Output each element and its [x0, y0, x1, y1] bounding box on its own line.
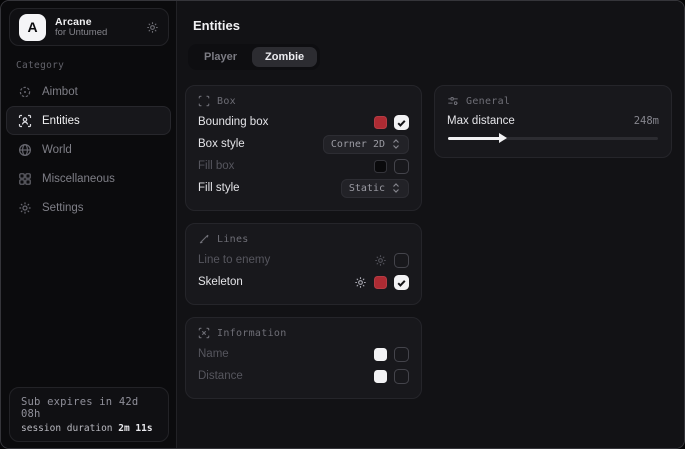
color-swatch[interactable]	[374, 116, 387, 129]
card-title: Box	[217, 96, 236, 107]
color-swatch[interactable]	[374, 348, 387, 361]
subscription-card: Sub expires in 42d 08h session duration …	[9, 387, 169, 442]
slider-label: Max distance	[447, 115, 515, 127]
information-icon	[198, 327, 210, 339]
entities-icon	[18, 114, 32, 128]
sidebar-item-world[interactable]: World	[6, 135, 171, 164]
color-swatch[interactable]	[374, 370, 387, 383]
information-card: Information Name Distance	[185, 317, 422, 399]
color-swatch[interactable]	[374, 160, 387, 173]
sidebar-item-label: Miscellaneous	[42, 173, 115, 185]
sliders-icon	[447, 95, 459, 107]
setting-row-line-to-enemy: Line to enemy	[198, 249, 409, 271]
dropdown-value: Corner 2D	[331, 139, 385, 150]
sidebar-item-label: World	[42, 144, 72, 156]
dropdown-value: Static	[349, 183, 385, 194]
brand-card: A Arcane for Untumed	[9, 8, 169, 46]
app-logo: A	[19, 14, 46, 41]
crosshair-icon	[18, 85, 32, 99]
gear-icon[interactable]	[146, 21, 159, 34]
color-swatch[interactable]	[374, 276, 387, 289]
max-distance-slider[interactable]	[448, 133, 658, 143]
box-style-dropdown[interactable]: Corner 2D	[323, 135, 409, 154]
card-title: Lines	[217, 234, 249, 245]
brand-title: Arcane	[55, 16, 137, 28]
box-icon	[198, 95, 210, 107]
general-card: General Max distance 248m	[434, 85, 672, 158]
setting-row-distance: Distance	[198, 365, 409, 387]
tab-player[interactable]: Player	[191, 47, 250, 67]
sidebar-item-label: Settings	[42, 202, 84, 214]
chevron-up-down-icon	[391, 138, 401, 150]
sidebar-item-entities[interactable]: Entities	[6, 106, 171, 135]
session-duration-value: 2m 11s	[118, 423, 152, 434]
box-card: Box Bounding box Box style Corner 2D	[185, 85, 422, 211]
line-icon	[198, 233, 210, 245]
chevron-up-down-icon	[391, 182, 401, 194]
category-label: Category	[16, 60, 176, 71]
checkbox-name[interactable]	[394, 347, 409, 362]
session-duration: session duration 2m 11s	[21, 423, 157, 434]
sidebar-item-label: Entities	[42, 115, 80, 127]
lines-card: Lines Line to enemy Skeleton	[185, 223, 422, 305]
checkbox-skeleton[interactable]	[394, 275, 409, 290]
slider-value: 248m	[634, 115, 659, 127]
sidebar-item-miscellaneous[interactable]: Miscellaneous	[6, 164, 171, 193]
card-title: Information	[217, 328, 287, 339]
checkbox-line-to-enemy[interactable]	[394, 253, 409, 268]
setting-row-box-style: Box style Corner 2D	[198, 133, 409, 155]
tab-zombie[interactable]: Zombie	[252, 47, 317, 67]
gear-icon[interactable]	[354, 276, 367, 289]
gear-icon[interactable]	[374, 254, 387, 267]
sidebar: A Arcane for Untumed Category Aimbot Ent…	[1, 1, 176, 448]
setting-row-fill-style: Fill style Static	[198, 177, 409, 199]
slider-thumb[interactable]	[499, 133, 507, 143]
page-title: Entities	[193, 18, 684, 33]
checkbox-bounding-box[interactable]	[394, 115, 409, 130]
app-window: A Arcane for Untumed Category Aimbot Ent…	[0, 0, 685, 449]
setting-row-fill-box: Fill box	[198, 155, 409, 177]
checkbox-distance[interactable]	[394, 369, 409, 384]
grid-icon	[18, 172, 32, 186]
globe-icon	[18, 143, 32, 157]
sidebar-item-settings[interactable]: Settings	[6, 193, 171, 222]
entity-tabs: Player Zombie	[188, 44, 320, 70]
checkbox-fill-box[interactable]	[394, 159, 409, 174]
subscription-expiry: Sub expires in 42d 08h	[21, 396, 157, 420]
brand-subtitle: for Untumed	[55, 28, 137, 39]
sidebar-menu: Aimbot Entities World Miscellaneous Sett…	[1, 77, 176, 222]
card-title: General	[466, 96, 510, 107]
fill-style-dropdown[interactable]: Static	[341, 179, 409, 198]
setting-row-bounding-box: Bounding box	[198, 111, 409, 133]
sidebar-item-label: Aimbot	[42, 86, 78, 98]
sidebar-item-aimbot[interactable]: Aimbot	[6, 77, 171, 106]
content: Box Bounding box Box style Corner 2D	[177, 70, 684, 399]
gear-icon	[18, 201, 32, 215]
setting-row-skeleton: Skeleton	[198, 271, 409, 293]
setting-row-name: Name	[198, 343, 409, 365]
main-panel: Entities Player Zombie Box Bounding box	[176, 1, 684, 448]
